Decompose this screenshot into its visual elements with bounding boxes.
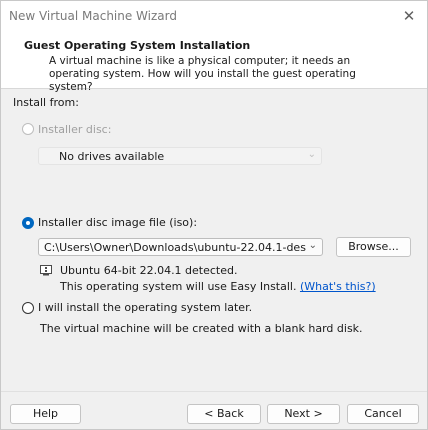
- iso-path-combobox[interactable]: C:\Users\Owner\Downloads\ubuntu-22.04.1-…: [38, 238, 323, 256]
- footer-divider: [1, 391, 427, 392]
- header-title: Guest Operating System Installation: [24, 39, 251, 52]
- next-button[interactable]: Next >: [267, 404, 340, 424]
- cancel-button[interactable]: Cancel: [347, 404, 419, 424]
- installer-disc-label: Installer disc:: [38, 123, 112, 136]
- back-button[interactable]: < Back: [187, 404, 261, 424]
- installer-disc-dropdown[interactable]: No drives available ⌄: [38, 147, 322, 165]
- header-description: A virtual machine is like a physical com…: [49, 55, 356, 93]
- wizard-window: New Virtual Machine Wizard ✕ Guest Opera…: [0, 0, 428, 430]
- detected-text: Ubuntu 64-bit 22.04.1 detected.: [60, 264, 238, 277]
- chevron-down-icon: ⌄: [308, 240, 317, 251]
- installer-disc-radio[interactable]: [22, 123, 34, 135]
- title-bar: New Virtual Machine Wizard ✕: [1, 1, 427, 32]
- window-title: New Virtual Machine Wizard: [9, 9, 177, 23]
- install-from-label: Install from:: [13, 96, 79, 109]
- close-icon[interactable]: ✕: [401, 7, 417, 25]
- easy-install-text: This operating system will use Easy Inst…: [60, 280, 297, 293]
- iso-radio[interactable]: [22, 217, 34, 229]
- chevron-down-icon: ⌄: [307, 149, 316, 160]
- installer-disc-dropdown-value: No drives available: [59, 150, 165, 163]
- install-later-description: The virtual machine will be created with…: [40, 322, 363, 335]
- iso-path-value: C:\Users\Owner\Downloads\ubuntu-22.04.1-…: [44, 241, 306, 254]
- browse-button[interactable]: Browse...: [336, 237, 411, 257]
- help-button[interactable]: Help: [10, 404, 81, 424]
- install-later-radio[interactable]: [22, 302, 34, 314]
- easy-install-line: This operating system will use Easy Inst…: [60, 280, 376, 293]
- iso-label: Installer disc image file (iso):: [38, 216, 198, 229]
- install-later-label: I will install the operating system late…: [38, 301, 253, 314]
- whats-this-link[interactable]: (What's this?): [300, 280, 376, 293]
- wizard-header: Guest Operating System Installation A vi…: [1, 32, 427, 93]
- info-icon: [40, 265, 52, 276]
